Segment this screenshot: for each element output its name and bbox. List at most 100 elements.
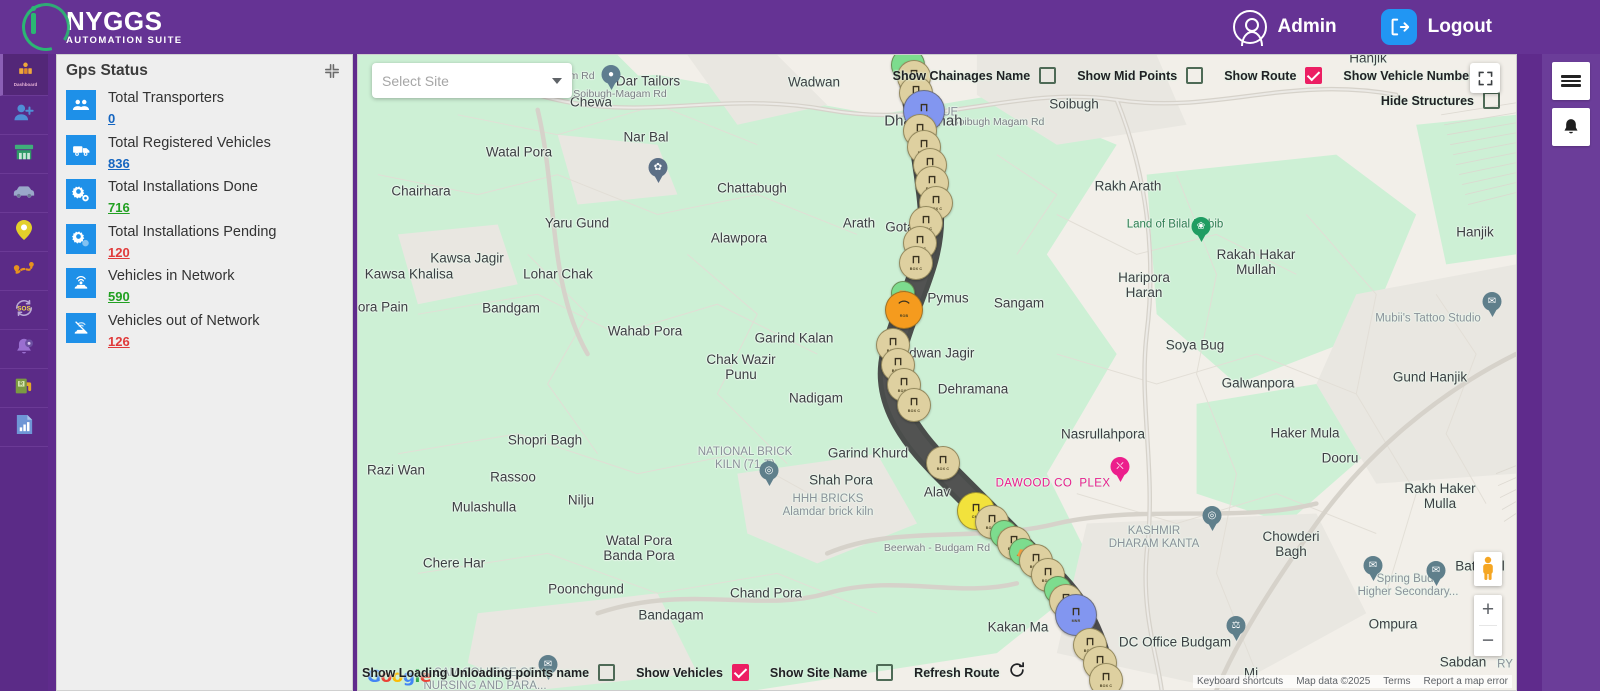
map-poi-pin[interactable]: ❀ xyxy=(1191,217,1211,243)
structure-caption: BOX C xyxy=(1099,683,1113,688)
map-zoom-controls[interactable]: + − xyxy=(1474,595,1502,656)
logout-icon xyxy=(1380,9,1417,45)
refresh-icon[interactable] xyxy=(1008,661,1026,684)
checkbox-label: Show Chainages Name xyxy=(892,68,1031,83)
fuel-pump-icon: R xyxy=(13,375,35,402)
app-header: NYGGS AUTOMATION SUITE Admin Logout xyxy=(0,0,1600,60)
map-structure-marker[interactable]: ⊓BOX C xyxy=(897,388,931,422)
store-building-icon xyxy=(13,142,35,167)
sidebar-item-dashboard[interactable]: Dashboard xyxy=(0,54,48,96)
map-poi-pin[interactable]: ● xyxy=(601,65,621,91)
map-poi-pin[interactable]: ✉ xyxy=(1426,561,1446,587)
checkbox-hide-structures[interactable]: Hide Structures xyxy=(1381,92,1500,109)
gps-row-label: Total Installations Pending xyxy=(108,223,277,240)
gps-status-title: Gps Status xyxy=(66,62,148,79)
map-poi-pin[interactable]: ✉ xyxy=(1363,556,1383,582)
add-user-icon xyxy=(13,103,35,128)
checkbox-input[interactable] xyxy=(1039,67,1057,84)
sidebar-item-add-user[interactable] xyxy=(0,96,48,135)
map-pin-icon xyxy=(15,219,33,246)
admin-user-button[interactable]: Admin xyxy=(1232,10,1337,46)
map-structure-marker[interactable]: ⊓BOX C xyxy=(899,246,933,280)
brand-name: NYGGS xyxy=(66,6,163,37)
gps-row-value[interactable]: 590 xyxy=(108,287,130,307)
gps-row-value[interactable]: 716 xyxy=(108,198,130,218)
checkbox-label: Show Mid Points xyxy=(1077,68,1178,83)
select-site-dropdown[interactable]: Select Site xyxy=(372,63,572,98)
sidebar-item-vehicles[interactable] xyxy=(0,174,48,213)
gps-row-installations-pending[interactable]: Total Installations Pending 120 xyxy=(57,220,352,265)
sidebar-item-label: Dashboard xyxy=(13,82,38,87)
select-site-placeholder: Select Site xyxy=(382,72,449,89)
gps-row-value[interactable]: 0 xyxy=(108,109,115,129)
sidebar-item-reports[interactable] xyxy=(0,408,48,447)
bell-gear-icon xyxy=(13,336,35,363)
checkbox-label: Show Route xyxy=(1224,68,1297,83)
gps-row-vehicles-in-network[interactable]: Vehicles in Network 590 xyxy=(57,264,352,309)
checkbox-label: Show Loading Unloading points name xyxy=(362,665,590,680)
gps-row-value[interactable]: 836 xyxy=(108,154,130,174)
gps-row-vehicles-out-of-network[interactable]: Vehicles out of Network 126 xyxy=(57,309,352,354)
gps-row-total-registered-vehicles[interactable]: Total Registered Vehicles 836 xyxy=(57,131,352,176)
svg-text:R: R xyxy=(19,381,23,387)
brand-logo[interactable]: NYGGS AUTOMATION SUITE xyxy=(0,0,183,60)
street-view-pegman-icon[interactable] xyxy=(1474,552,1502,586)
report-chart-icon xyxy=(14,413,35,441)
checkbox-show-loading-unloading-points-name[interactable]: Show Loading Unloading points name xyxy=(362,664,616,681)
sidebar-item-sos[interactable]: SOS xyxy=(0,291,48,330)
map-structure-marker[interactable]: ⌒ ROB xyxy=(885,291,923,329)
left-icon-rail: Dashboard SOS R xyxy=(0,54,48,691)
vehicle-online-icon xyxy=(66,268,96,299)
checkbox-input[interactable] xyxy=(731,664,749,681)
checkbox-show-route[interactable]: Show Route xyxy=(1224,67,1323,84)
sidebar-item-site[interactable] xyxy=(0,135,48,174)
notification-bell-icon[interactable] xyxy=(1552,108,1590,146)
map-poi-pin[interactable]: ◎ xyxy=(759,461,779,487)
checkbox-show-mid-points[interactable]: Show Mid Points xyxy=(1077,67,1204,84)
gps-row-installations-done[interactable]: Total Installations Done 716 xyxy=(57,175,352,220)
gps-row-total-transporters[interactable]: Total Transporters 0 xyxy=(57,86,352,131)
map-poi-pin[interactable]: ⚖ xyxy=(1226,616,1246,642)
gps-row-value[interactable]: 126 xyxy=(108,332,130,352)
map-poi-pin[interactable]: ✿ xyxy=(648,158,668,184)
zoom-out-button[interactable]: − xyxy=(1474,626,1502,656)
map-poi-pin[interactable]: ✉ xyxy=(1482,292,1502,318)
map-structure-marker[interactable]: ⊓BOX C xyxy=(926,446,960,480)
sidebar-item-alerts[interactable] xyxy=(0,330,48,369)
checkbox-input[interactable] xyxy=(1186,67,1204,84)
structure-caption: ROB xyxy=(899,313,909,318)
checkbox-input[interactable] xyxy=(598,664,616,681)
gps-row-value[interactable]: 120 xyxy=(108,243,130,263)
checkbox-show-chainages-name[interactable]: Show Chainages Name xyxy=(893,67,1057,84)
map-top-checkbox-row-2: Hide Structures xyxy=(1381,92,1500,109)
sidebar-item-routes[interactable] xyxy=(0,252,48,291)
checkbox-label: Show Vehicles xyxy=(636,665,723,680)
structure-caption: BOX C xyxy=(936,466,950,471)
map-top-checkbox-row-1: Show Chainages Name Show Mid Points Show… xyxy=(893,67,1500,84)
refresh-route-button[interactable]: Refresh Route xyxy=(914,661,1025,684)
gps-status-panel: Gps Status Total Transporters 0 Total Re… xyxy=(56,54,353,691)
gps-row-label: Vehicles out of Network xyxy=(108,312,260,329)
map-container[interactable]: Dar Tailors Wadwan Soibugh Hanjik Chewa Nar B… xyxy=(357,54,1517,691)
checkbox-input[interactable] xyxy=(876,664,894,681)
map-poi-pin[interactable]: ◎ xyxy=(1202,506,1222,532)
hamburger-menu-icon[interactable] xyxy=(1552,62,1590,100)
sidebar-item-fuel[interactable]: R xyxy=(0,369,48,408)
logout-button[interactable]: Logout xyxy=(1380,9,1492,45)
checkbox-show-vehicles[interactable]: Show Vehicles xyxy=(636,664,749,681)
zoom-in-button[interactable]: + xyxy=(1474,595,1502,625)
checkbox-input[interactable] xyxy=(1305,67,1323,84)
map-poi-pin[interactable]: ⛌ xyxy=(1110,457,1130,483)
collapse-icon[interactable] xyxy=(324,63,340,79)
checkbox-show-site-name[interactable]: Show Site Name xyxy=(770,664,894,681)
fullscreen-expand-icon[interactable] xyxy=(1470,63,1500,93)
gps-row-label: Total Installations Done xyxy=(108,179,258,196)
sidebar-item-locations[interactable] xyxy=(0,213,48,252)
gear-check-icon xyxy=(66,179,96,210)
svg-text:SOS: SOS xyxy=(17,305,30,312)
structure-caption: BOX C xyxy=(909,266,923,271)
brand-subtitle: AUTOMATION SUITE xyxy=(66,35,183,47)
checkbox-input[interactable] xyxy=(1483,92,1500,109)
map-bottom-toolbar: Show Loading Unloading points name Show … xyxy=(358,661,1516,684)
structure-caption: MNR xyxy=(1071,618,1081,623)
